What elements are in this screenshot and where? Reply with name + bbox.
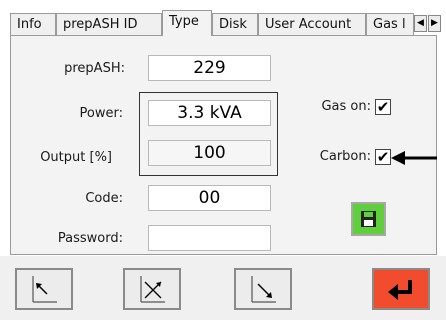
enter-return-icon — [388, 280, 412, 300]
prepash-field[interactable]: 229 — [148, 55, 271, 81]
power-field[interactable]: 3.3 kVA — [148, 100, 271, 126]
tab-type[interactable]: Type — [162, 10, 212, 36]
tab-gas[interactable]: Gas l — [366, 13, 414, 36]
move-down-right-button[interactable] — [234, 268, 292, 310]
move-up-left-button[interactable] — [15, 268, 73, 310]
power-label: Power: — [79, 106, 123, 121]
reset-button[interactable] — [123, 268, 181, 310]
password-label: Password: — [57, 231, 123, 246]
output-label: Output [%] — [40, 150, 112, 165]
gas-on-checkbox[interactable]: ✔ — [375, 99, 391, 115]
tab-label: User Account — [265, 17, 352, 32]
prepash-label: prepASH: — [64, 61, 125, 76]
tab-label: Disk — [219, 17, 247, 32]
arrow-down-right-icon — [251, 276, 276, 303]
tab-label: prepASH ID — [63, 17, 138, 32]
floppy-disk-icon — [361, 211, 376, 227]
password-field[interactable] — [148, 225, 271, 251]
arrow-up-left-icon — [32, 276, 57, 303]
arrows-cross-icon — [140, 276, 165, 303]
output-field[interactable]: 100 — [148, 140, 271, 166]
tab-scroll-left-icon[interactable]: ◀ — [414, 15, 427, 32]
enter-button[interactable] — [372, 268, 430, 310]
code-label: Code: — [85, 191, 123, 206]
tab-user-account[interactable]: User Account — [258, 13, 366, 36]
gas-on-label: Gas on: — [321, 99, 371, 114]
bottom-toolbar — [0, 256, 446, 320]
tab-label: Info — [17, 17, 42, 32]
tab-label: Type — [169, 14, 199, 29]
arrow-left-icon — [391, 151, 437, 165]
tab-strip: Info prepASH ID Type Disk User Account G… — [10, 10, 446, 36]
type-panel: prepASH: 229 Power: 3.3 kVA Output [%] 1… — [10, 35, 437, 255]
tab-label: Gas l — [373, 17, 406, 32]
code-field[interactable]: 00 — [148, 185, 271, 211]
tab-prepash-id[interactable]: prepASH ID — [56, 13, 162, 36]
carbon-label: Carbon: — [319, 149, 371, 164]
carbon-checkbox[interactable]: ✔ — [375, 149, 391, 165]
tab-info[interactable]: Info — [10, 13, 56, 36]
save-button[interactable] — [351, 202, 386, 236]
tab-disk[interactable]: Disk — [212, 13, 258, 36]
tab-scroll-right-icon[interactable]: ▶ — [428, 15, 441, 32]
